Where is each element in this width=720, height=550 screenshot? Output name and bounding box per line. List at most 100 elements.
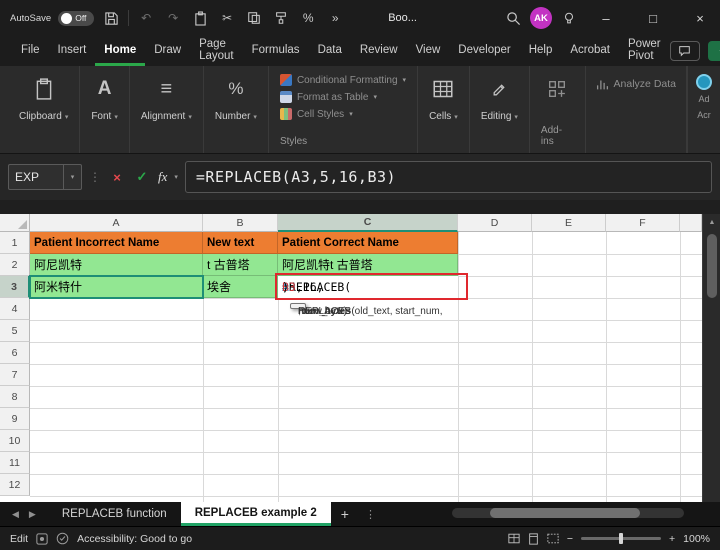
ribbon-group-clipboard[interactable]: Clipboard ▾ — [8, 66, 81, 153]
row-header-4[interactable]: 4 — [0, 298, 30, 320]
search-icon[interactable] — [503, 8, 523, 28]
sheet-tab-replaceb-example-2[interactable]: REPLACEB example 2 — [180, 502, 331, 526]
redo-icon[interactable]: ↷ — [163, 8, 183, 28]
zoom-slider[interactable] — [581, 533, 661, 544]
zoom-in-button[interactable]: + — [669, 533, 675, 545]
enter-formula-icon[interactable]: ✓ — [133, 169, 151, 185]
copy-icon[interactable] — [244, 8, 264, 28]
cell-styles-button[interactable]: Cell Styles ▾ — [279, 108, 353, 120]
all-sheets-icon[interactable]: ⋮ — [359, 502, 382, 526]
zoom-level[interactable]: 100% — [683, 533, 710, 545]
page-break-view-icon[interactable] — [547, 533, 559, 544]
maximize-button[interactable]: □ — [633, 0, 673, 36]
cell-B1[interactable]: New text — [203, 232, 278, 254]
prev-sheet-icon[interactable]: ◀ — [12, 509, 19, 520]
row-header-6[interactable]: 6 — [0, 342, 30, 364]
menu-help[interactable]: Help — [520, 36, 562, 66]
conditional-formatting-button[interactable]: Conditional Formatting ▾ — [279, 74, 406, 86]
menu-file[interactable]: File — [12, 36, 49, 66]
ribbon-group-addins[interactable]: Add-ins — [530, 66, 586, 153]
cell-C3-formula[interactable]: =REPLACEB(A3,5,16, B3) — [278, 276, 458, 298]
autosave-toggle[interactable]: Off — [58, 10, 95, 26]
save-icon[interactable] — [101, 8, 121, 28]
cell-A2[interactable]: 阿尼凯特 — [30, 254, 203, 276]
menu-power-pivot[interactable]: Power Pivot — [619, 36, 670, 66]
cell-C2[interactable]: 阿尼凯特t 古普塔 — [278, 254, 458, 276]
page-layout-view-icon[interactable] — [528, 532, 539, 545]
horizontal-scroll-thumb[interactable] — [490, 508, 640, 518]
normal-view-icon[interactable] — [508, 533, 520, 544]
column-header-E[interactable]: E — [532, 214, 606, 232]
column-header-C[interactable]: C — [278, 214, 458, 232]
cell-B2[interactable]: t 古普塔 — [203, 254, 278, 276]
macro-record-icon[interactable] — [36, 532, 48, 545]
menu-view[interactable]: View — [407, 36, 450, 66]
cut-icon[interactable]: ✂ — [217, 8, 237, 28]
menu-developer[interactable]: Developer — [449, 36, 519, 66]
column-header-partial[interactable] — [680, 214, 702, 232]
row-header-7[interactable]: 7 — [0, 364, 30, 386]
cancel-formula-icon[interactable]: × — [108, 170, 126, 185]
row-header-11[interactable]: 11 — [0, 452, 30, 474]
vertical-scrollbar[interactable]: ▲ — [702, 214, 720, 502]
lightbulb-icon[interactable] — [559, 8, 579, 28]
more-commands-icon[interactable]: » — [325, 8, 345, 28]
zoom-slider-thumb[interactable] — [619, 533, 623, 544]
cell-C1[interactable]: Patient Correct Name — [278, 232, 458, 254]
menu-draw[interactable]: Draw — [145, 36, 190, 66]
row-header-1[interactable]: 1 — [0, 232, 30, 254]
select-all-corner[interactable] — [0, 214, 30, 232]
menu-formulas[interactable]: Formulas — [243, 36, 309, 66]
name-box[interactable]: ▾ — [8, 164, 82, 190]
close-button[interactable]: × — [680, 0, 720, 36]
analyze-data-button[interactable]: Analyze Data — [586, 66, 687, 153]
row-header-3[interactable]: 3 — [0, 276, 30, 298]
share-button[interactable] — [707, 41, 720, 61]
insert-function-icon[interactable]: fx — [158, 169, 167, 185]
cell-A1[interactable]: Patient Incorrect Name — [30, 232, 203, 254]
ribbon-group-number[interactable]: % Number ▾ — [204, 66, 269, 153]
avatar[interactable]: AK — [530, 7, 552, 29]
menu-acrobat[interactable]: Acrobat — [561, 36, 619, 66]
column-header-F[interactable]: F — [606, 214, 680, 232]
cell-A3[interactable]: 阿米特什 — [30, 276, 203, 298]
ribbon-group-alignment[interactable]: ≡ Alignment ▾ — [130, 66, 204, 153]
horizontal-scrollbar[interactable] — [452, 508, 684, 518]
vertical-scroll-thumb[interactable] — [707, 234, 717, 298]
new-sheet-button[interactable]: + — [331, 502, 359, 526]
row-header-12[interactable]: 12 — [0, 474, 30, 496]
ribbon-group-partial-right[interactable]: Ad Acr — [687, 66, 720, 153]
comments-button[interactable] — [669, 41, 700, 61]
ribbon-group-font[interactable]: A Font ▾ — [80, 66, 130, 153]
row-header-5[interactable]: 5 — [0, 320, 30, 342]
row-header-9[interactable]: 9 — [0, 408, 30, 430]
ribbon-group-editing[interactable]: Editing ▾ — [470, 66, 530, 153]
undo-icon[interactable]: ↶ — [136, 8, 156, 28]
format-painter-icon[interactable] — [271, 8, 291, 28]
menu-review[interactable]: Review — [351, 36, 407, 66]
column-header-B[interactable]: B — [203, 214, 278, 232]
menu-home[interactable]: Home — [95, 36, 146, 66]
percent-style-icon[interactable]: % — [298, 8, 318, 28]
accessibility-status[interactable]: Accessibility: Good to go — [77, 533, 192, 545]
column-header-A[interactable]: A — [30, 214, 203, 232]
next-sheet-icon[interactable]: ▶ — [29, 509, 36, 520]
name-box-input[interactable] — [9, 170, 63, 184]
column-header-D[interactable]: D — [458, 214, 532, 232]
row-header-8[interactable]: 8 — [0, 386, 30, 408]
scroll-up-icon[interactable]: ▲ — [703, 214, 720, 230]
cell-B3[interactable]: 埃舍 — [203, 276, 278, 298]
paste-icon[interactable] — [190, 8, 210, 28]
zoom-out-button[interactable]: − — [567, 533, 573, 545]
accessibility-icon[interactable] — [56, 532, 69, 545]
minimize-button[interactable]: – — [586, 0, 626, 36]
name-box-chevron-icon[interactable]: ▾ — [63, 165, 81, 189]
row-header-2[interactable]: 2 — [0, 254, 30, 276]
row-header-10[interactable]: 10 — [0, 430, 30, 452]
sheet-tab-replaceb-function[interactable]: REPLACEB function — [48, 502, 181, 526]
menu-data[interactable]: Data — [309, 36, 351, 66]
menu-insert[interactable]: Insert — [49, 36, 96, 66]
format-as-table-button[interactable]: Format as Table ▾ — [279, 91, 377, 103]
ribbon-group-cells[interactable]: Cells ▾ — [418, 66, 470, 153]
formula-input[interactable]: =REPLACEB(A3,5,16,B3) — [184, 161, 712, 193]
